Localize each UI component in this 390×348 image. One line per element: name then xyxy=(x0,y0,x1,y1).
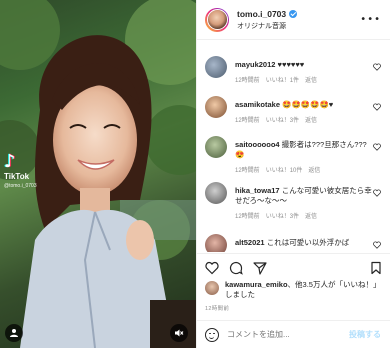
post-actions xyxy=(197,253,390,281)
comment-like-heart-icon[interactable] xyxy=(373,143,381,151)
comment-likes[interactable]: いいね！10件 xyxy=(266,168,303,174)
mute-button[interactable] xyxy=(170,324,188,342)
add-comment-bar: 投稿する xyxy=(197,320,390,348)
author-username[interactable]: tomo.i_0703 xyxy=(237,9,286,19)
post-side-panel: tomo.i_0703 オリジナル音源 ••• mayuk2012 ♥♥♥♥♥♥… xyxy=(196,0,390,348)
likes-summary: kawamura_emiko、他3.5万人が「いいね！」しました xyxy=(205,280,385,300)
audio-label[interactable]: オリジナル音源 xyxy=(237,21,297,31)
comment-username[interactable]: hika_towa17 xyxy=(235,186,280,195)
comment-like-heart-icon[interactable] xyxy=(373,103,381,111)
comment-text: ♥♥♥♥♥♥ xyxy=(275,60,305,69)
comment-time[interactable]: 12時間前 xyxy=(235,78,260,84)
comment-likes[interactable]: いいね！3件 xyxy=(266,214,299,220)
user-icon xyxy=(10,329,18,337)
comment-text: これは可愛い以外浮かば xyxy=(264,238,350,247)
comment-username[interactable]: saitoooooo4 xyxy=(235,140,280,149)
tiktok-handle: @tomo.i_0703 xyxy=(4,183,37,189)
reply-button[interactable]: 返信 xyxy=(305,214,317,220)
comment-time[interactable]: 12時間前 xyxy=(235,118,260,124)
post-header: tomo.i_0703 オリジナル音源 ••• xyxy=(197,0,390,40)
comment-username[interactable]: asamikotake xyxy=(235,100,280,109)
tagged-users-button[interactable] xyxy=(5,324,23,342)
author-info: tomo.i_0703 オリジナル音源 xyxy=(237,9,298,31)
speaker-muted-icon xyxy=(175,329,184,337)
share-paper-plane-icon[interactable] xyxy=(253,261,267,275)
tiktok-logo-icon: ♪ xyxy=(4,151,16,172)
commenter-avatar[interactable] xyxy=(205,182,227,204)
reply-button[interactable]: 返信 xyxy=(305,118,317,124)
post-timestamp[interactable]: 12時間前 xyxy=(205,304,229,312)
liker-username[interactable]: kawamura_emiko xyxy=(225,280,288,289)
reply-button[interactable]: 返信 xyxy=(308,168,320,174)
comment-like-heart-icon[interactable] xyxy=(373,241,381,249)
comment-likes[interactable]: いいね！1件 xyxy=(266,78,299,84)
tiktok-watermark: ♪ TikTok @tomo.i_0703 xyxy=(4,151,37,190)
verified-badge-icon xyxy=(289,9,298,18)
comment-username[interactable]: alt52021 xyxy=(235,238,265,247)
more-options-icon[interactable]: ••• xyxy=(360,14,381,25)
comment-likes[interactable]: いいね！3件 xyxy=(266,118,299,124)
commenter-avatar[interactable] xyxy=(205,136,227,158)
author-username-row: tomo.i_0703 xyxy=(237,9,298,19)
comment-text: 🤩🤩🤩🤩🤩♥ xyxy=(280,100,334,109)
comment-input[interactable] xyxy=(227,330,337,339)
reply-button[interactable]: 返信 xyxy=(305,78,317,84)
post-comment-button[interactable]: 投稿する xyxy=(349,329,381,340)
author-avatar[interactable] xyxy=(205,7,229,32)
emoji-icon[interactable] xyxy=(205,327,219,342)
comment-time[interactable]: 12時間前 xyxy=(235,168,260,174)
comment-time[interactable]: 12時間前 xyxy=(235,214,260,220)
comment-like-heart-icon[interactable] xyxy=(373,189,381,197)
comments-list: mayuk2012 ♥♥♥♥♥♥ 12時間前 いいね！1件 返信 asamikota… xyxy=(197,46,390,252)
commenter-avatar[interactable] xyxy=(205,234,227,252)
like-heart-icon[interactable] xyxy=(205,261,219,275)
comment-bubble-icon[interactable] xyxy=(229,261,243,275)
save-bookmark-icon[interactable] xyxy=(369,261,383,275)
commenter-avatar[interactable] xyxy=(205,56,227,78)
liker-avatar[interactable] xyxy=(205,281,219,295)
tiktok-brand: TikTok xyxy=(4,172,30,181)
comment-username[interactable]: mayuk2012 xyxy=(235,60,275,69)
commenter-avatar[interactable] xyxy=(205,96,227,118)
comment-like-heart-icon[interactable] xyxy=(373,63,381,71)
instagram-post-embed: ♪ TikTok @tomo.i_0703 tomo.i_0703 オリジナル音… xyxy=(0,0,390,348)
post-video[interactable]: ♪ TikTok @tomo.i_0703 xyxy=(0,0,196,348)
